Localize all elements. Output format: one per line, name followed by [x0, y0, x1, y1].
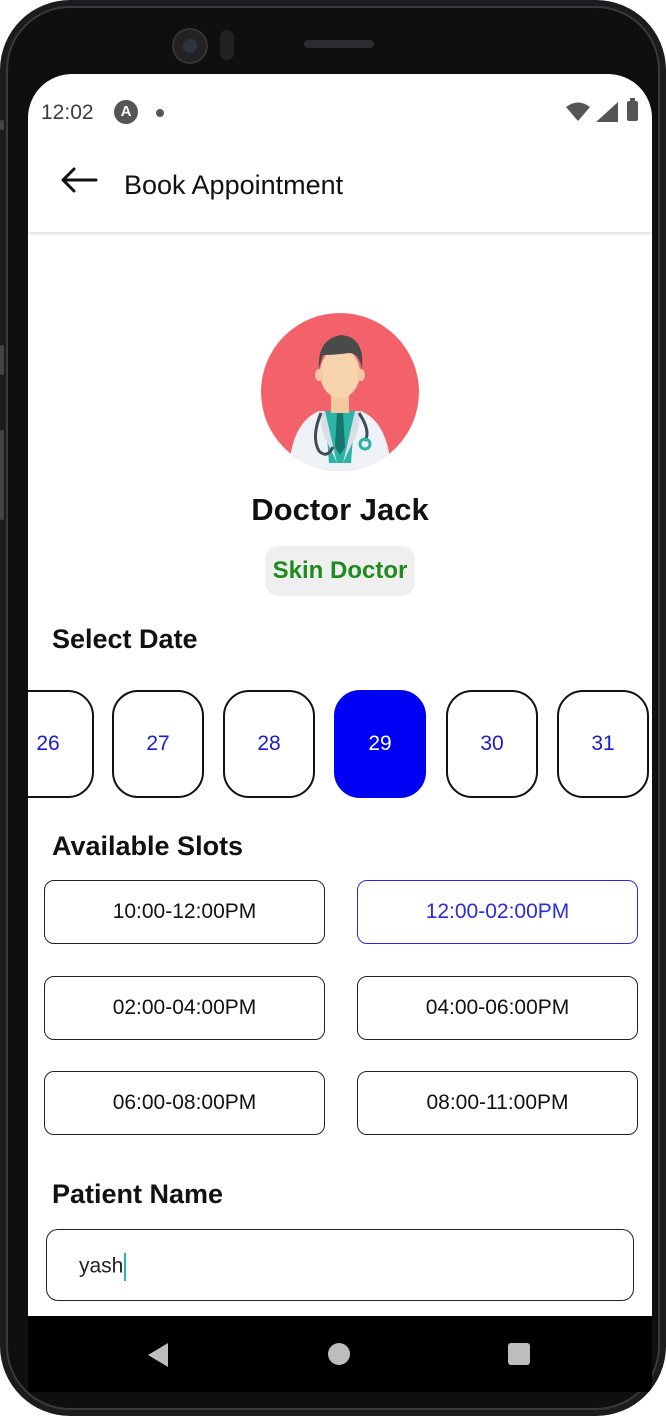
device-frame: 12:02 A Book Appointment Doctor Jack Ski…	[0, 0, 666, 1416]
side-button	[0, 120, 4, 130]
app-bar: Book Appointment	[28, 136, 652, 232]
side-button	[0, 345, 4, 375]
navigation-bar	[28, 1316, 652, 1392]
sensor	[220, 30, 234, 60]
side-button	[0, 430, 4, 520]
signal-icon	[596, 102, 618, 122]
nav-back-icon[interactable]	[146, 1342, 170, 1368]
patient-name-text: yash	[79, 1254, 124, 1278]
text-caret	[124, 1253, 127, 1281]
doctor-illustration	[289, 335, 391, 471]
doctor-avatar	[261, 313, 419, 471]
slot-button[interactable]: 06:00-08:00PM	[44, 1071, 325, 1135]
status-time: 12:02	[41, 101, 94, 124]
app-notification-icon: A	[114, 100, 138, 124]
speaker-grille	[304, 40, 374, 48]
wifi-icon	[566, 102, 590, 121]
patient-name-label: Patient Name	[52, 1179, 224, 1209]
nav-home-icon[interactable]	[328, 1343, 350, 1365]
notification-dot-icon	[156, 109, 164, 117]
app-screen: 12:02 A Book Appointment Doctor Jack Ski…	[28, 74, 652, 1316]
patient-name-input[interactable]: yash	[46, 1229, 634, 1301]
available-slots-label: Available Slots	[52, 831, 244, 861]
date-chip-27[interactable]: 27	[112, 690, 204, 798]
battery-icon	[627, 98, 638, 121]
slot-button[interactable]: 08:00-11:00PM	[357, 1071, 638, 1135]
page-title: Book Appointment	[124, 170, 344, 200]
slot-button[interactable]: 02:00-04:00PM	[44, 976, 325, 1040]
slot-button[interactable]: 10:00-12:00PM	[44, 880, 325, 944]
date-chip-30[interactable]: 30	[446, 690, 538, 798]
specialty-badge: Skin Doctor	[265, 546, 415, 596]
date-chip-29[interactable]: 29	[334, 690, 426, 798]
slot-button[interactable]: 04:00-06:00PM	[357, 976, 638, 1040]
date-chip-31[interactable]: 31	[557, 690, 649, 798]
camera-icon	[172, 28, 208, 64]
nav-recents-icon[interactable]	[508, 1343, 530, 1365]
doctor-name: Doctor Jack	[251, 492, 429, 527]
slot-button[interactable]: 12:00-02:00PM	[357, 880, 638, 944]
date-chip-26[interactable]: 26	[28, 690, 94, 798]
back-arrow-icon[interactable]	[58, 164, 100, 196]
status-bar: 12:02 A	[28, 74, 652, 136]
select-date-label: Select Date	[52, 624, 198, 654]
patient-name-value[interactable]: yash	[79, 1253, 127, 1281]
date-chip-28[interactable]: 28	[223, 690, 315, 798]
